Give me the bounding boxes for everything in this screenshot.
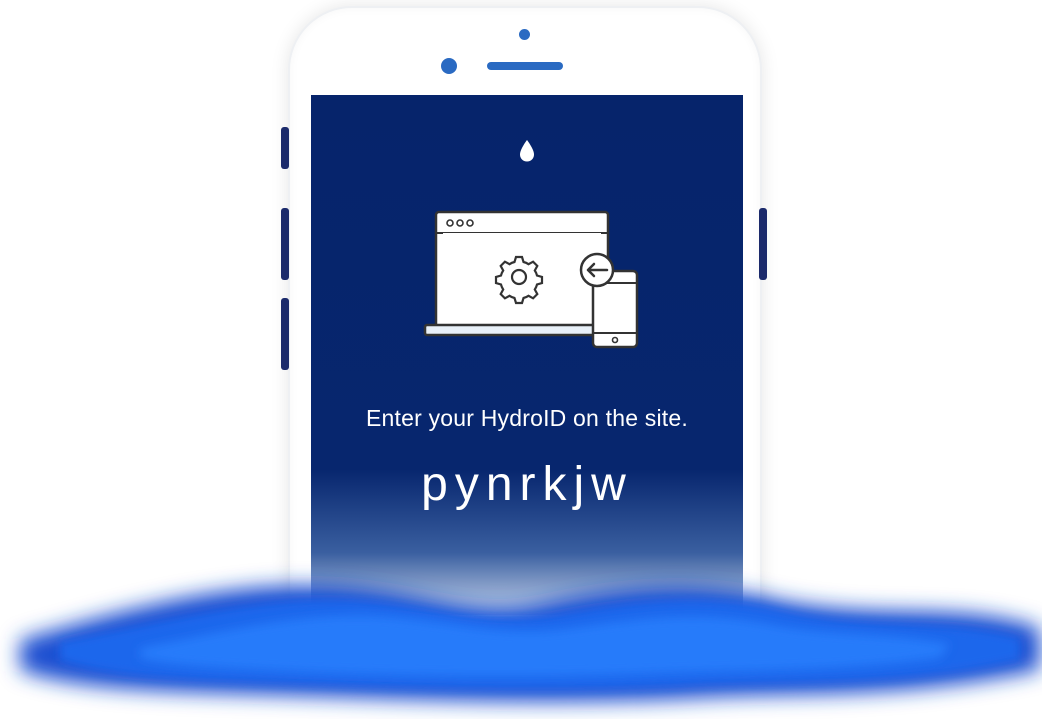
volume-up-button: [281, 208, 289, 280]
water-drop-icon: [520, 140, 534, 162]
mute-switch: [281, 127, 289, 169]
earpiece-speaker: [487, 62, 563, 70]
power-button: [759, 208, 767, 280]
proximity-sensor: [519, 29, 530, 40]
arrow-left-icon: [579, 252, 615, 288]
hydro-id-code: pynrkjw: [421, 458, 633, 511]
instruction-text: Enter your HydroID on the site.: [366, 405, 688, 431]
volume-down-button: [281, 298, 289, 370]
front-camera: [441, 58, 457, 74]
water-wave-decoration: [20, 585, 1040, 702]
laptop-settings-icon: [423, 210, 639, 349]
